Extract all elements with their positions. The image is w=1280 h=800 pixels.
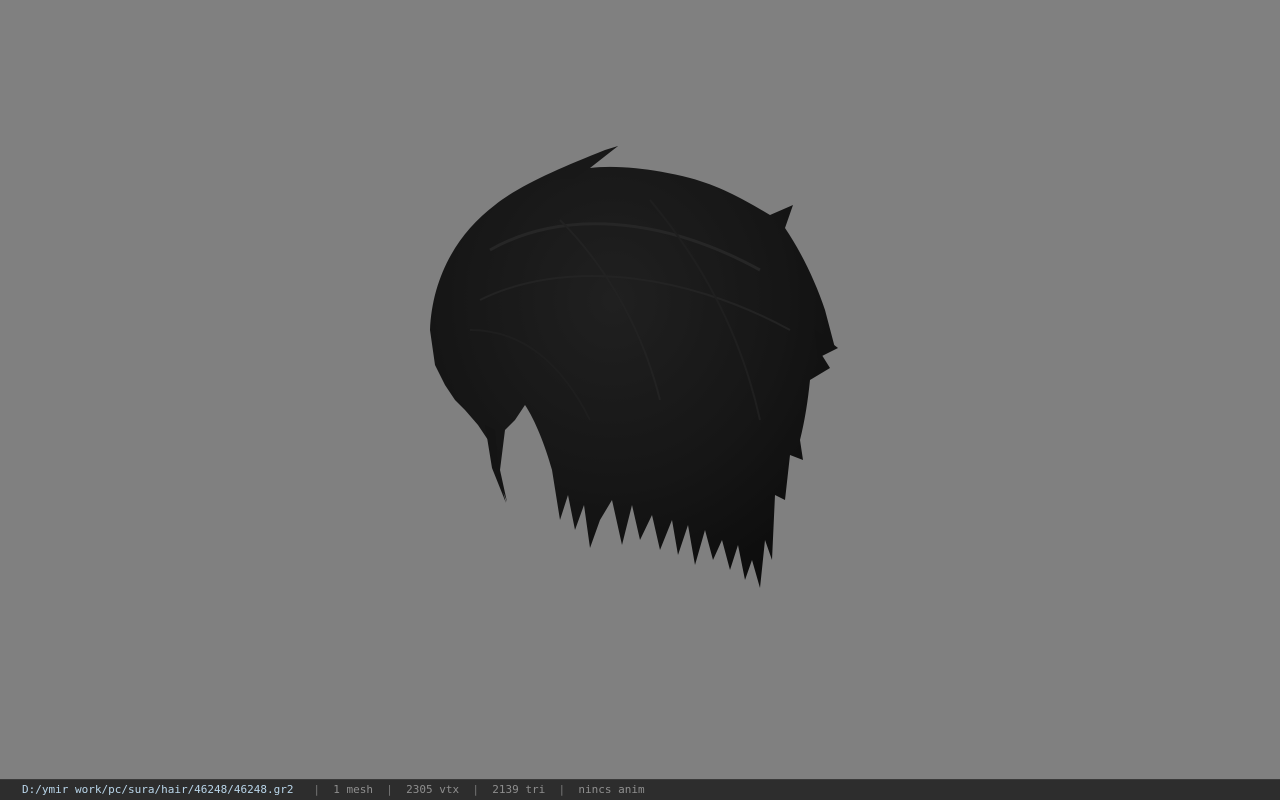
triangle-count: 2139 tri xyxy=(492,783,546,796)
mesh-count: 1 mesh xyxy=(333,783,374,796)
separator: | xyxy=(472,783,480,796)
3d-viewport[interactable] xyxy=(0,0,1280,779)
separator: | xyxy=(558,783,566,796)
separator: | xyxy=(313,783,321,796)
vertex-count: 2305 vtx xyxy=(406,783,460,796)
separator: | xyxy=(386,783,393,796)
hair-mass xyxy=(430,146,835,588)
hair-model-render[interactable] xyxy=(0,0,1280,779)
file-path: D:/ymir work/pc/sura/hair/46248/46248.gr… xyxy=(22,783,294,796)
animation-status: nincs anim xyxy=(578,783,645,796)
status-bar: D:/ymir work/pc/sura/hair/46248/46248.gr… xyxy=(0,779,1280,800)
